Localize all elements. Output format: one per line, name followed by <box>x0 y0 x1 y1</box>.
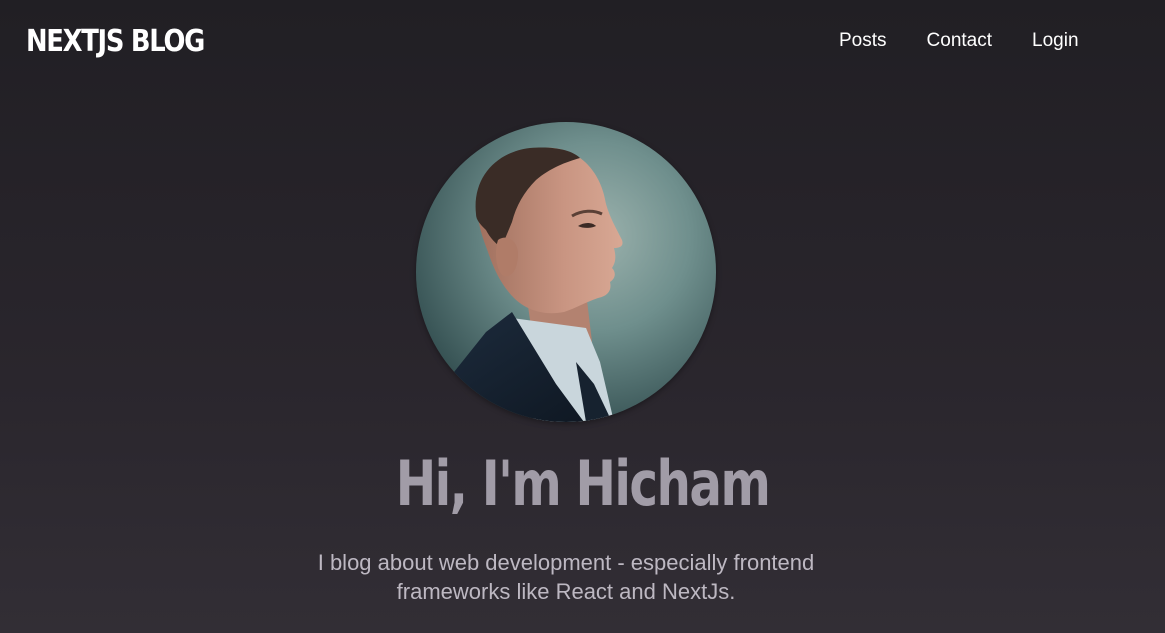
main-nav: Posts Contact Login <box>839 30 1079 52</box>
hero-title: Hi, I'm Hicham <box>0 447 1165 520</box>
site-logo[interactable]: NEXTJS BLOG <box>26 24 205 59</box>
avatar-portrait-image <box>416 122 716 422</box>
nav-link-contact[interactable]: Contact <box>927 30 992 52</box>
nav-link-login[interactable]: Login <box>1032 30 1079 52</box>
hero-title-text: Hi, I'm Hicham <box>395 447 771 520</box>
site-header: NEXTJS BLOG Posts Contact Login <box>0 0 1165 86</box>
avatar <box>416 122 716 422</box>
hero-subtitle: I blog about web development - especiall… <box>317 550 815 604</box>
nav-link-posts[interactable]: Posts <box>839 30 887 52</box>
